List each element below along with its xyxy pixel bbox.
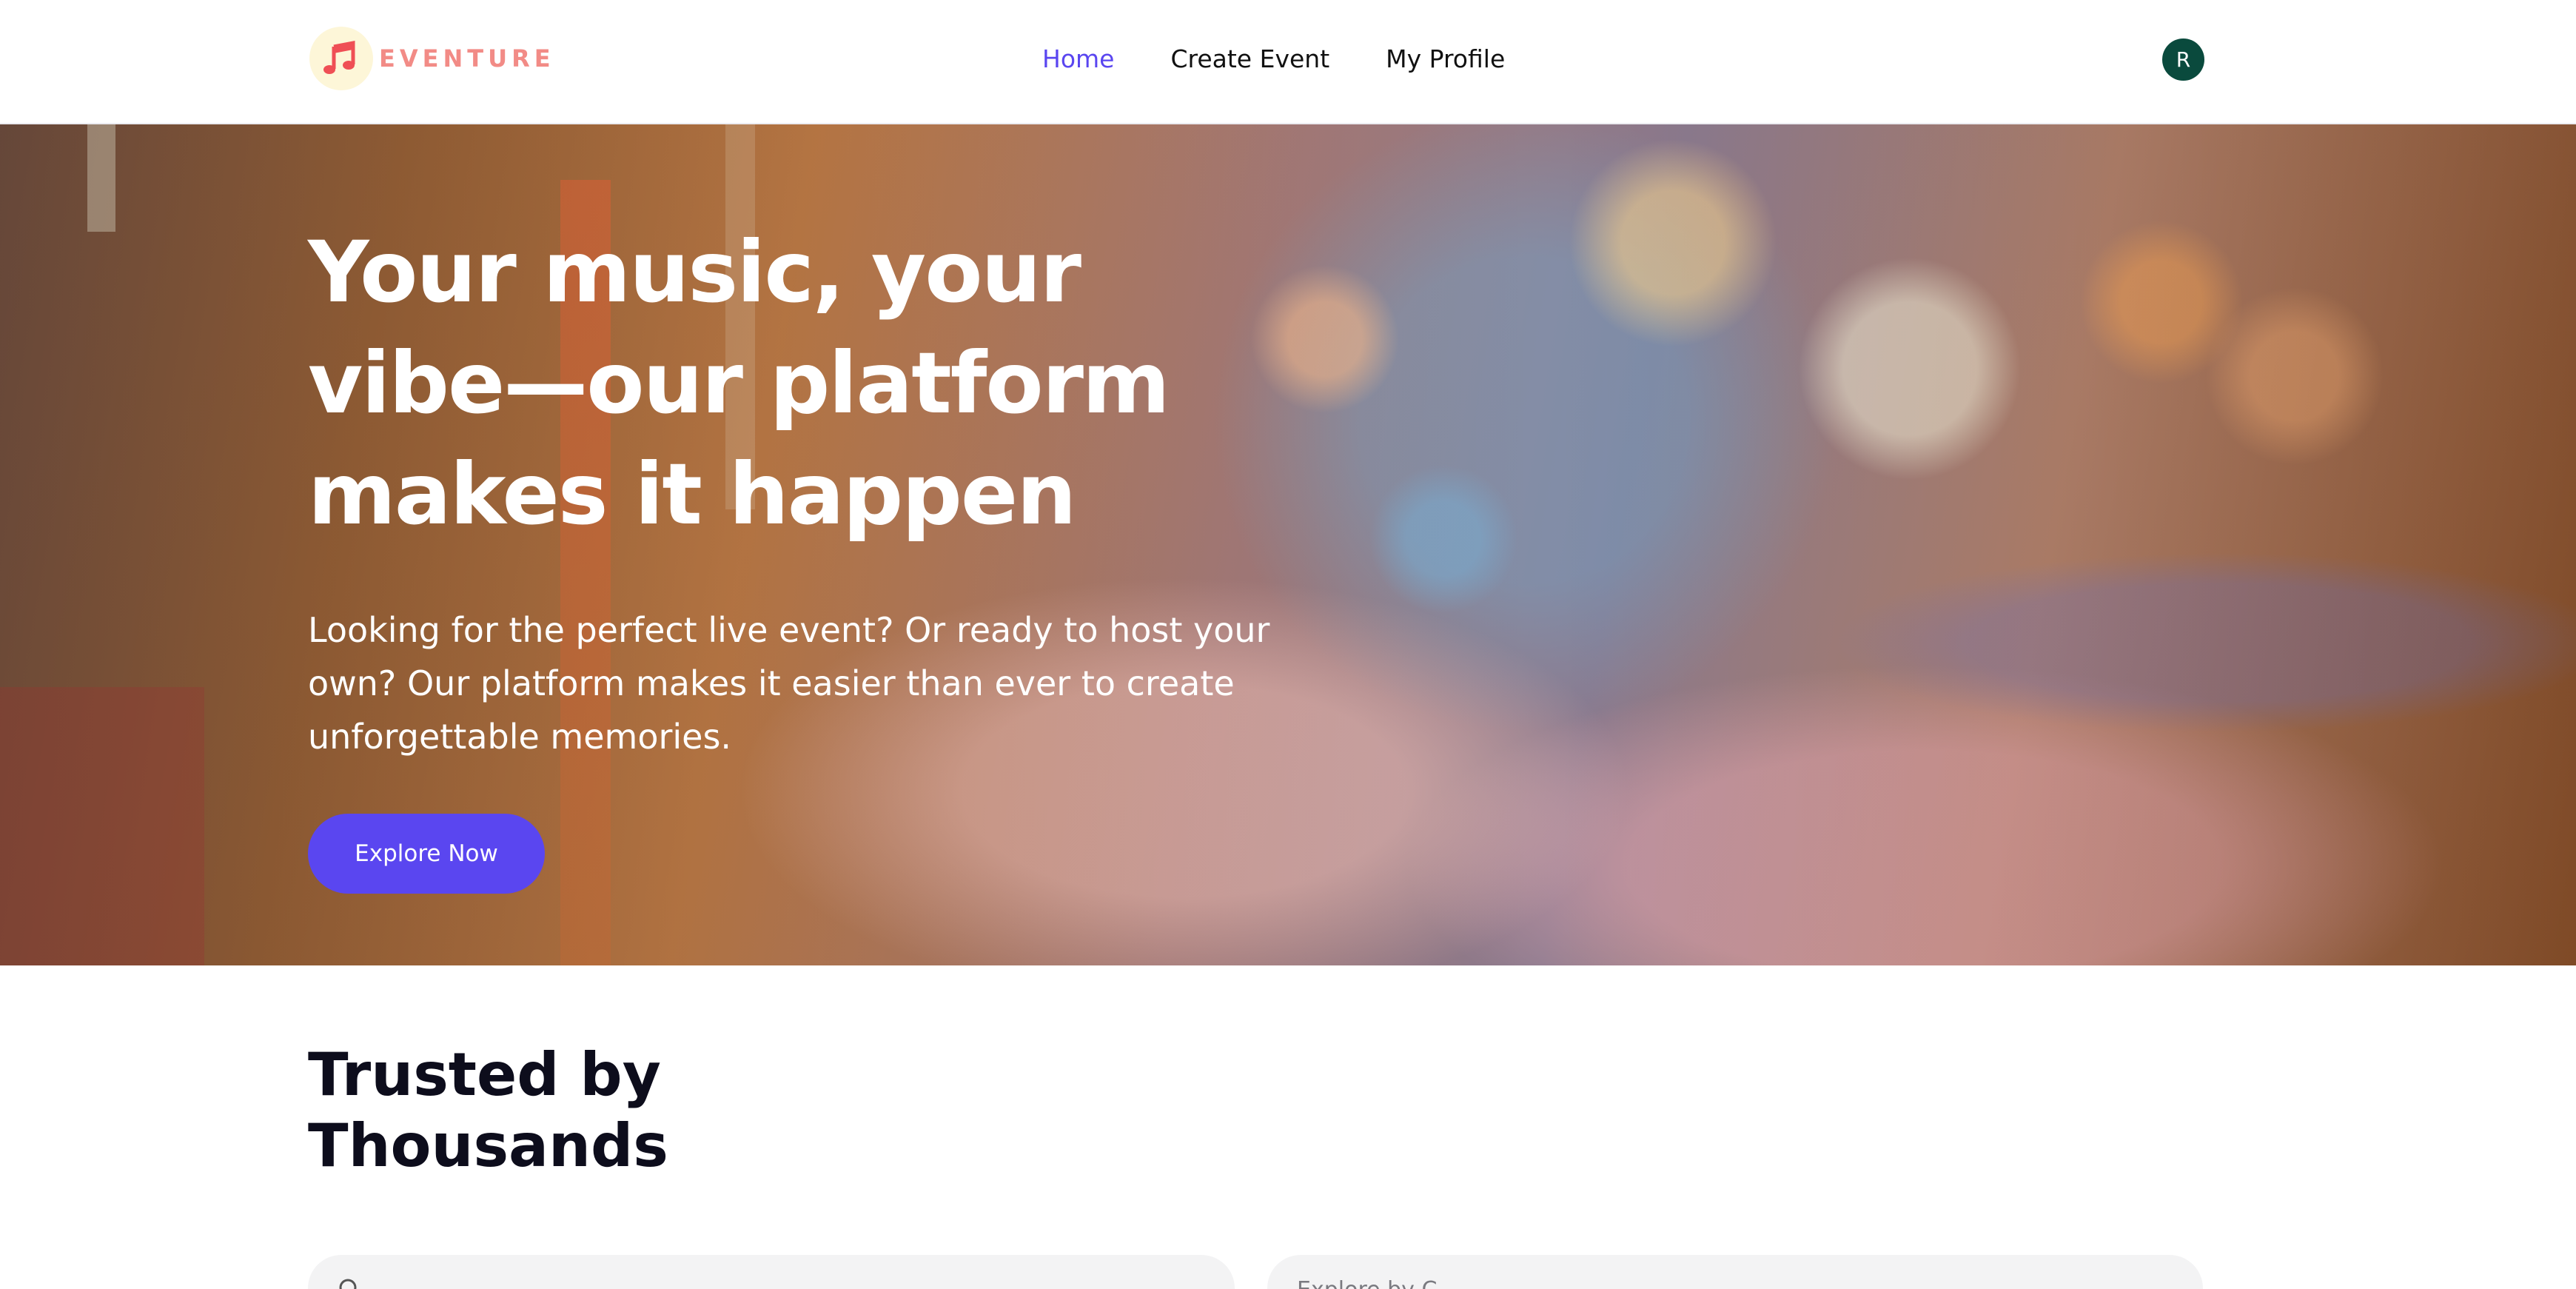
nav-home[interactable]: Home: [1042, 44, 1114, 73]
music-note-icon: [309, 27, 373, 90]
explore-now-button[interactable]: Explore Now: [308, 814, 545, 894]
search-bar[interactable]: [308, 1255, 1235, 1289]
brand-logo[interactable]: EVENTURE: [309, 27, 555, 90]
hero-background-decor: [0, 687, 204, 965]
section-title: Trusted by Thousands: [308, 1039, 826, 1182]
section-title-line1: Trusted by: [308, 1040, 661, 1109]
nav-create-event[interactable]: Create Event: [1170, 44, 1329, 73]
hero-content: Your music, your vibe—our platform makes…: [308, 217, 1285, 894]
site-header: EVENTURE Home Create Event My Profile R: [0, 0, 2576, 124]
search-row: Explore by C...: [308, 1255, 2203, 1289]
category-filter[interactable]: Explore by C...: [1267, 1255, 2203, 1289]
user-avatar[interactable]: R: [2162, 38, 2204, 81]
search-icon: [338, 1277, 363, 1289]
brand-name: EVENTURE: [379, 44, 555, 73]
search-input[interactable]: [376, 1277, 1116, 1289]
main-nav: Home Create Event My Profile: [1042, 37, 1505, 80]
hero-title: Your music, your vibe—our platform makes…: [308, 223, 1170, 543]
nav-my-profile[interactable]: My Profile: [1386, 44, 1505, 73]
hero-banner: Your music, your vibe—our platform makes…: [0, 124, 2576, 965]
hero-subtitle: Looking for the perfect live event? Or r…: [308, 610, 1270, 757]
section-title-line2: Thousands: [308, 1111, 668, 1180]
